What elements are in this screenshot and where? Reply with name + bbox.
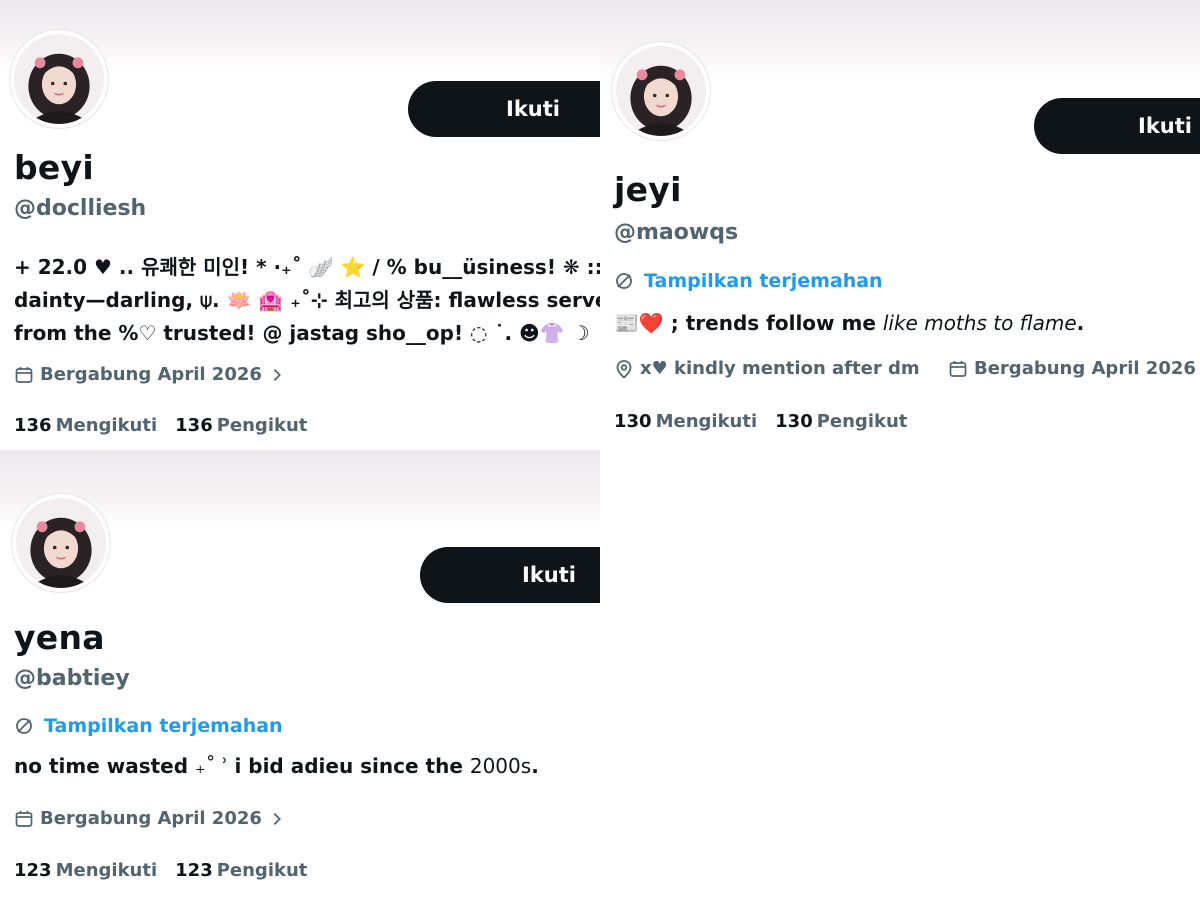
joined-date[interactable]: Bergabung April 2026 <box>14 364 286 385</box>
location-label: x♥ kindly mention after dm <box>640 358 920 379</box>
followers-link[interactable]: 136 Pengikut <box>175 415 307 436</box>
bio-end: . <box>531 754 539 778</box>
profile-card-jeyi: Ikuti jeyi @maowqs Tampilkan terjemahan … <box>600 0 1200 450</box>
followers-label: Pengikut <box>216 860 308 881</box>
joined-date[interactable]: Bergabung April 2026 <box>948 358 1196 379</box>
following-label: Mengikuti <box>55 415 158 436</box>
joined-label: Bergabung April 2026 <box>40 364 262 385</box>
translate-label: Tampilkan terjemahan <box>44 715 283 737</box>
profile-card-yena: Ikuti yena @babtiey Tampilkan terjemahan… <box>0 450 600 900</box>
followers-count: 130 <box>775 411 813 432</box>
location: x♥ kindly mention after dm <box>614 358 920 379</box>
following-label: Mengikuti <box>55 860 158 881</box>
bio: no time wasted ₊˚ ʾ i bid adieu since th… <box>14 749 539 783</box>
bio-text-2: i bid adieu since the <box>234 754 470 778</box>
user-handle: @babtiey <box>14 666 130 691</box>
bio-text: ; trends follow me <box>663 311 883 335</box>
followers-link[interactable]: 130 Pengikut <box>775 411 907 432</box>
bio-emoji: 📰❤️ <box>614 311 664 335</box>
bio-italic: like moths to flame <box>882 311 1077 335</box>
follow-stats: 123 Mengikuti 123 Pengikut <box>14 860 307 881</box>
empty-area <box>600 450 1200 900</box>
follow-stats: 130 Mengikuti 130 Pengikut <box>614 411 907 432</box>
user-handle: @doclliesh <box>14 196 147 221</box>
chevron-right-icon <box>268 366 286 384</box>
avatar[interactable] <box>612 42 710 140</box>
following-count: 130 <box>614 411 652 432</box>
following-label: Mengikuti <box>655 411 758 432</box>
avatar[interactable] <box>12 494 110 592</box>
avatar[interactable] <box>10 30 108 128</box>
followers-link[interactable]: 123 Pengikut <box>175 860 307 881</box>
bio-line: dainty—darling, ⍦. 🪷 🏩 ₊˚⊹ 최고의 상품: flawl… <box>14 288 600 312</box>
followers-label: Pengikut <box>216 415 308 436</box>
calendar-icon <box>14 809 34 829</box>
bio-end: . <box>1076 311 1085 335</box>
bio-decoration: ₊˚ ʾ <box>195 754 235 778</box>
following-count: 136 <box>14 415 52 436</box>
calendar-icon <box>948 359 968 379</box>
show-translation-link[interactable]: Tampilkan terjemahan <box>614 270 883 292</box>
bio-text: no time wasted <box>14 754 196 778</box>
joined-label: Bergabung April 2026 <box>40 808 262 829</box>
bio-year: 2000s <box>469 754 532 778</box>
display-name: yena <box>14 618 105 657</box>
bio: 📰❤️ ; trends follow me like moths to fla… <box>614 306 1084 340</box>
follow-stats: 136 Mengikuti 136 Pengikut <box>14 415 307 436</box>
location-pin-icon <box>614 359 634 379</box>
profile-card-beyi: Ikuti beyi @doclliesh + 22.0 ♥ .. 유쾌한 미인… <box>0 0 600 450</box>
follow-button[interactable]: Ikuti <box>420 547 600 603</box>
translate-icon <box>614 271 634 291</box>
bio-line: from the %♡ trusted! @ jastag sho__op! ◌… <box>14 321 590 345</box>
joined-date[interactable]: Bergabung April 2026 <box>14 808 286 829</box>
follow-button[interactable]: Ikuti <box>1034 98 1200 154</box>
following-link[interactable]: 136 Mengikuti <box>14 415 157 436</box>
user-handle: @maowqs <box>614 220 739 245</box>
joined-label: Bergabung April 2026 <box>974 358 1196 379</box>
following-link[interactable]: 123 Mengikuti <box>14 860 157 881</box>
followers-count: 123 <box>175 860 213 881</box>
chevron-right-icon <box>268 810 286 828</box>
translate-icon <box>14 716 34 736</box>
display-name: jeyi <box>614 170 682 209</box>
calendar-icon <box>14 365 34 385</box>
translate-label: Tampilkan terjemahan <box>644 270 883 292</box>
following-count: 123 <box>14 860 52 881</box>
followers-count: 136 <box>175 415 213 436</box>
display-name: beyi <box>14 148 95 187</box>
show-translation-link[interactable]: Tampilkan terjemahan <box>14 715 283 737</box>
follow-button[interactable]: Ikuti <box>408 81 600 137</box>
following-link[interactable]: 130 Mengikuti <box>614 411 757 432</box>
followers-label: Pengikut <box>816 411 908 432</box>
bio-line: + 22.0 ♥ .. 유쾌한 미인! * ·₊˚ 🪽 ⭐ / % bu__üs… <box>14 255 600 279</box>
